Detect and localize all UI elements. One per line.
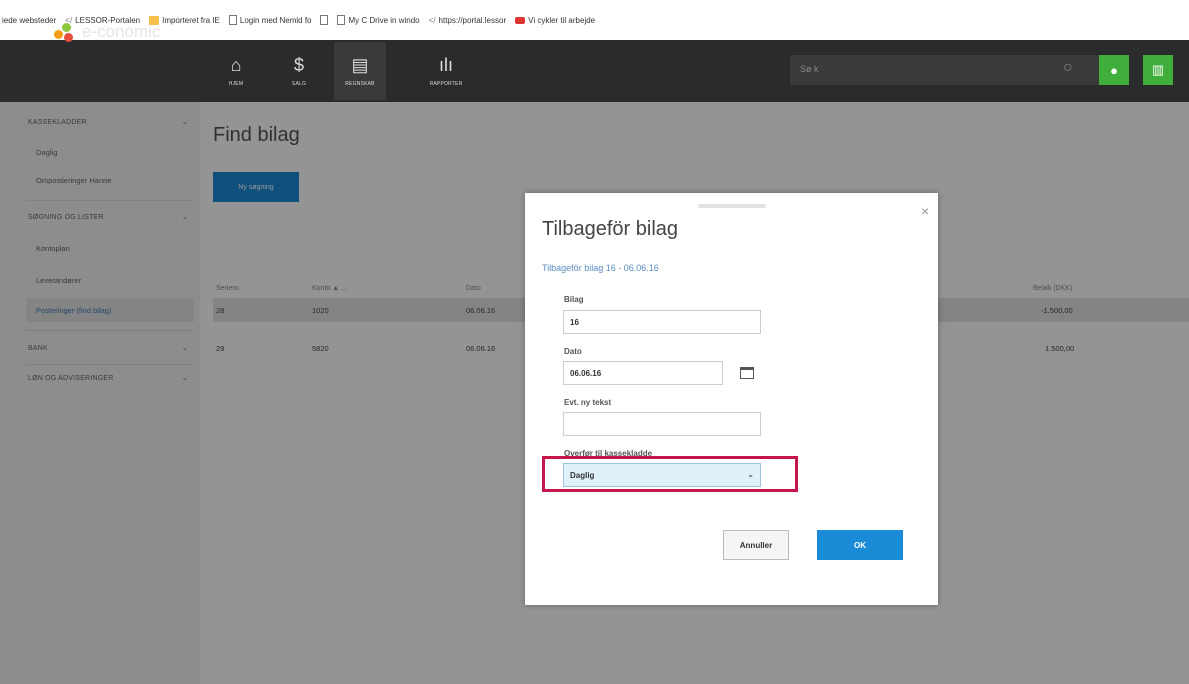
dato-field[interactable]: 06.06.16 — [563, 361, 723, 385]
highlight-annotation — [542, 456, 798, 492]
bookmark-item[interactable]: My C Drive in windo — [337, 15, 420, 25]
chat-icon: ● — [1110, 62, 1118, 78]
red-icon — [515, 16, 526, 24]
nav-label: HJEM — [228, 81, 244, 87]
close-icon[interactable]: × — [921, 203, 929, 219]
logo-icon — [52, 20, 76, 44]
nav-reports[interactable]: ılı RAPPORTER — [420, 42, 472, 100]
bookmark-label: https://portal.lessor — [438, 15, 507, 25]
dollar-icon: $ — [293, 55, 304, 75]
drag-handle[interactable] — [698, 204, 766, 208]
cancel-button[interactable]: Annuller — [723, 530, 789, 560]
page-icon — [320, 15, 329, 25]
bar-chart-icon: ılı — [438, 55, 453, 75]
bookmark-item[interactable]: Login med Nemld fo — [228, 15, 312, 25]
dato-label: Dato — [564, 347, 582, 356]
help-button[interactable]: ▥ — [1143, 55, 1173, 85]
nav-home[interactable]: ⌂ HJEM — [210, 42, 262, 100]
bookmark-label: My C Drive in windo — [348, 15, 420, 25]
bookmark-item[interactable] — [320, 15, 329, 25]
dialog-title: Tilbageför bilag — [542, 218, 679, 240]
clipboard-icon: ▤ — [351, 55, 369, 75]
code-icon: </ — [428, 15, 436, 25]
bookmark-item[interactable]: </https://portal.lessor — [429, 16, 507, 25]
reverse-entry-dialog: × Tilbageför bilag Tilbageför bilag 16 -… — [525, 193, 938, 605]
dialog-subtitle: Tilbageför bilag 16 - 06.06.16 — [542, 263, 659, 273]
bookmark-label: Vi cykler til arbejde — [528, 15, 596, 25]
nav-label: REGNSKAB — [345, 81, 375, 87]
page-icon — [228, 15, 237, 25]
search-icon[interactable]: ○ — [1063, 59, 1083, 79]
bilag-field[interactable]: 16 — [563, 310, 761, 334]
nav-label: RAPPORTER — [429, 81, 463, 87]
calendar-icon[interactable] — [730, 361, 764, 385]
bookmark-label: Login med Nemld fo — [239, 15, 312, 25]
home-icon: ⌂ — [230, 55, 242, 75]
book-icon: ▥ — [1151, 62, 1165, 77]
page-icon — [337, 15, 346, 25]
bookmark-item[interactable]: iede websteder — [2, 16, 56, 25]
nav-accounting[interactable]: ▤ REGNSKAB — [334, 42, 386, 100]
brand-name: e-conomic — [82, 22, 161, 41]
nav-label: SALG — [291, 81, 307, 87]
ny-tekst-field[interactable] — [563, 412, 761, 436]
bookmark-item[interactable]: Vi cykler til arbejde — [515, 16, 595, 25]
tekst-label: Evt. ny tekst — [564, 398, 612, 407]
search-input[interactable]: Sø k — [790, 55, 1100, 85]
nav-sales[interactable]: $ SALG — [273, 42, 325, 100]
ok-button[interactable]: OK — [817, 530, 903, 560]
bookmark-label: iede websteder — [2, 15, 57, 25]
brand-logo[interactable]: e-conomic — [52, 12, 197, 52]
chat-button[interactable]: ● — [1099, 55, 1129, 85]
bilag-label: Bilag — [564, 295, 584, 304]
